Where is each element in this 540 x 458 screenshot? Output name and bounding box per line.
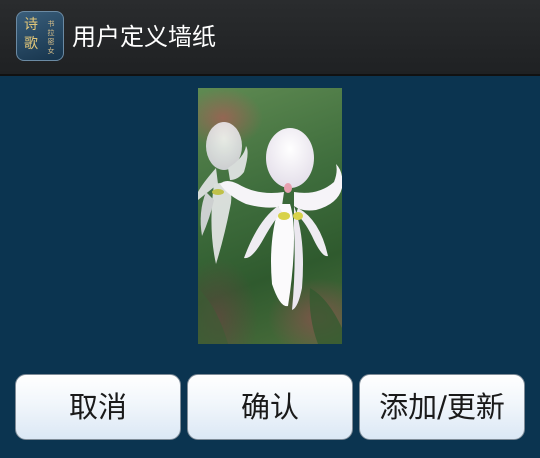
- orchid-flower-photo-icon: [198, 122, 342, 344]
- page-title: 用户定义墙纸: [72, 23, 216, 51]
- app-icon-sub-text: 书拉密女: [47, 20, 55, 55]
- action-bar: 诗歌 书拉密女 用户定义墙纸: [0, 0, 540, 76]
- wallpaper-preview: [198, 88, 342, 344]
- add-update-button[interactable]: 添加/更新: [359, 374, 525, 440]
- cancel-button[interactable]: 取消: [15, 374, 181, 440]
- confirm-button[interactable]: 确认: [187, 374, 353, 440]
- app-logo-icon[interactable]: 诗歌 书拉密女: [16, 11, 64, 61]
- app-icon-main-text: 诗歌: [24, 17, 38, 52]
- button-bar: 取消 确认 添加/更新: [0, 374, 540, 444]
